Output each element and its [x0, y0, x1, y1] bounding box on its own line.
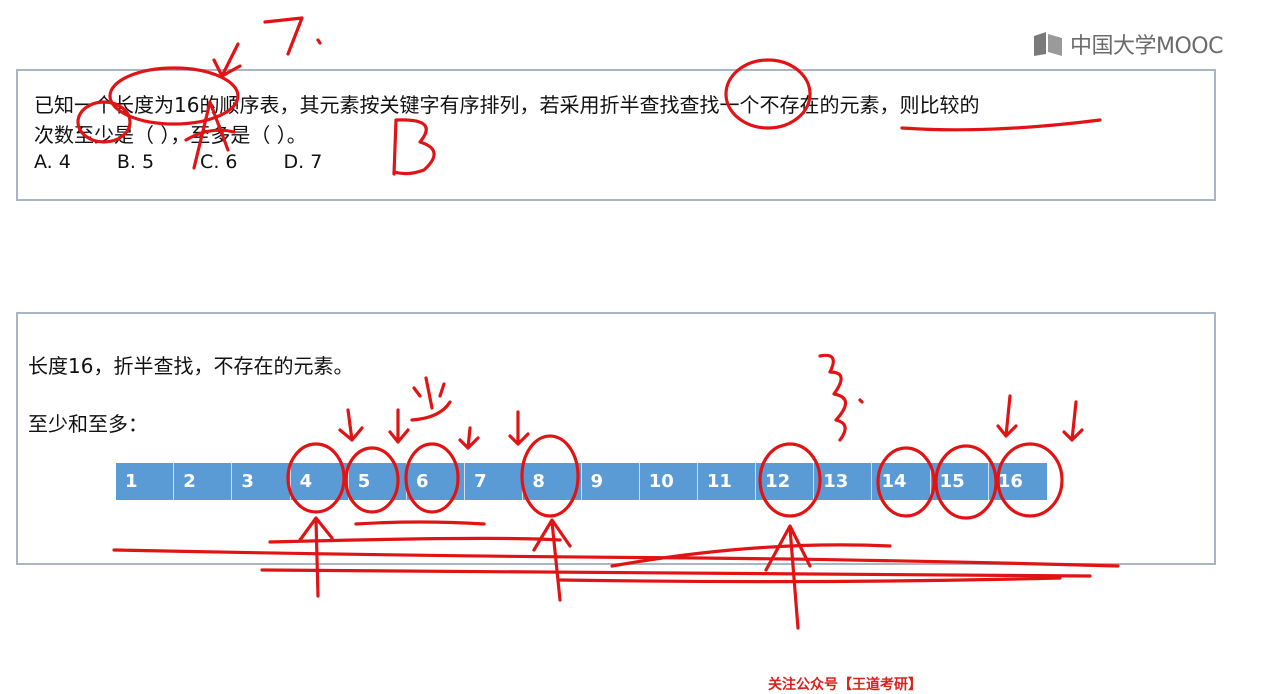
array-cell: 14: [872, 463, 931, 500]
mooc-logo-icon: [1034, 32, 1062, 56]
question-line-2: 次数至少是（ ），至多是（ ）。: [34, 123, 307, 147]
explanation-line-1: 长度16，折半查找，不存在的元素。: [28, 354, 354, 378]
explanation-panel: 长度16，折半查找，不存在的元素。 至少和至多： 1 2 3 4 5 6 7 8…: [16, 312, 1216, 565]
question-panel: 已知一个长度为16的顺序表，其元素按关键字有序排列，若采用折半查找查找一个不存在…: [16, 69, 1216, 201]
logo-text: 中国大学MOOC: [1070, 34, 1223, 59]
array-cell: 11: [697, 463, 757, 500]
array-cell: 13: [814, 463, 873, 500]
mooc-logo: 中国大学MOOC: [1032, 28, 1223, 60]
footer-promo-text: 关注公众号【王道考研】: [768, 677, 922, 693]
option-b: B. 5: [116, 151, 155, 173]
array-cell: 9: [581, 463, 640, 500]
array-cell: 8: [523, 463, 582, 500]
array-cell: 2: [174, 463, 233, 500]
array-cell: 7: [465, 463, 524, 500]
option-d: D. 7: [283, 151, 323, 173]
array-cell: 4: [290, 463, 349, 500]
array-cell: 5: [348, 463, 407, 500]
question-line-1: 已知一个长度为16的顺序表，其元素按关键字有序排列，若采用折半查找查找一个不存在…: [34, 93, 980, 117]
array-cell: 3: [232, 463, 291, 500]
array-cell: 10: [639, 463, 698, 500]
explanation-line-2: 至少和至多：: [28, 412, 148, 436]
answer-options: A. 4 B. 5 C. 6 D. 7: [34, 151, 368, 173]
array-cell: 16: [988, 463, 1047, 500]
sequence-array: 1 2 3 4 5 6 7 8 9 10 11 12 13 14 15 16: [116, 463, 1047, 500]
option-a: A. 4: [34, 151, 71, 173]
array-cell: 1: [116, 463, 175, 500]
array-cell: 15: [930, 463, 989, 500]
array-cell: 6: [406, 463, 466, 500]
option-c: C. 6: [200, 151, 238, 173]
array-cell: 12: [756, 463, 815, 500]
